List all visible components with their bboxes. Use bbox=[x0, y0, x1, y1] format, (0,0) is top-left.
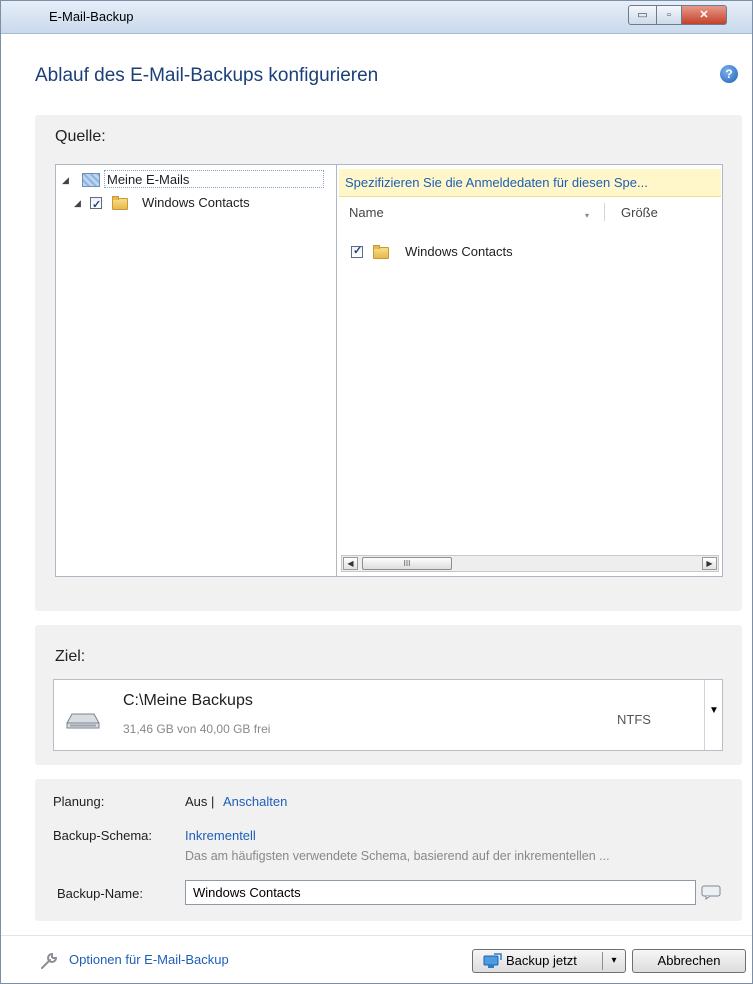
credentials-notice[interactable]: Spezifizieren Sie die Anmeldedaten für d… bbox=[339, 169, 721, 197]
horizontal-scrollbar[interactable]: ◀ III ▶ bbox=[341, 555, 719, 572]
split-divider bbox=[602, 952, 603, 970]
folder-icon bbox=[112, 196, 128, 210]
tree-item-my-emails[interactable]: ◢ Meine E-Mails bbox=[60, 170, 332, 190]
scroll-left-icon[interactable]: ◀ bbox=[343, 557, 358, 570]
backup-scheme-label: Backup-Schema: bbox=[53, 828, 152, 843]
comment-icon[interactable] bbox=[701, 884, 721, 900]
folder-icon bbox=[373, 245, 389, 259]
schedule-value: Aus | bbox=[185, 794, 215, 809]
schedule-enable-link[interactable]: Anschalten bbox=[223, 794, 287, 809]
minimize-button[interactable]: ▭ bbox=[628, 5, 657, 25]
tree-item-label: Meine E-Mails bbox=[104, 170, 324, 188]
mail-icon bbox=[82, 173, 100, 187]
dropdown-arrow-icon[interactable]: ▼ bbox=[706, 705, 722, 716]
checkbox[interactable] bbox=[351, 244, 363, 258]
expand-arrow-icon[interactable]: ◢ bbox=[62, 170, 69, 190]
backup-scheme-link[interactable]: Inkrementell bbox=[185, 828, 256, 843]
cancel-button[interactable]: Abbrechen bbox=[632, 949, 746, 973]
source-tree: ◢ Meine E-Mails ◢ Windows Contacts bbox=[55, 164, 337, 577]
backup-icon bbox=[483, 953, 502, 968]
sort-arrow-icon: ▾ bbox=[585, 211, 590, 220]
tree-item-label: Windows Contacts bbox=[142, 195, 250, 210]
filesystem-label: NTFS bbox=[617, 712, 651, 727]
page-title: Ablauf des E-Mail-Backups konfigurieren bbox=[35, 65, 379, 86]
destination-selector[interactable]: C:\Meine Backups 31,46 GB von 40,00 GB f… bbox=[53, 679, 723, 751]
backup-name-input[interactable] bbox=[185, 880, 696, 905]
destination-free-space: 31,46 GB von 40,00 GB frei bbox=[123, 722, 271, 736]
backup-now-label: Backup jetzt bbox=[506, 953, 577, 968]
expand-arrow-icon[interactable]: ◢ bbox=[74, 193, 81, 213]
destination-label: Ziel: bbox=[55, 648, 86, 665]
email-backup-window: E-Mail-Backup ▭ ▫ ✕ Ablauf des E-Mail-Ba… bbox=[0, 0, 753, 984]
source-label: Quelle: bbox=[55, 128, 106, 145]
list-item-label: Windows Contacts bbox=[405, 244, 513, 259]
help-icon[interactable]: ? bbox=[720, 65, 738, 83]
close-button[interactable]: ✕ bbox=[681, 5, 727, 25]
window-title: E-Mail-Backup bbox=[49, 9, 134, 24]
tree-item-windows-contacts[interactable]: ◢ Windows Contacts bbox=[72, 193, 332, 215]
backup-scheme-description: Das am häufigsten verwendete Schema, bas… bbox=[185, 849, 610, 863]
schedule-label: Planung: bbox=[53, 794, 105, 809]
destination-path: C:\Meine Backups bbox=[123, 692, 253, 709]
footer-bar: Optionen für E-Mail-Backup Backup jetzt … bbox=[1, 935, 752, 983]
wrench-icon bbox=[41, 952, 58, 969]
email-backup-options-link[interactable]: Optionen für E-Mail-Backup bbox=[69, 952, 229, 967]
split-arrow-icon[interactable]: ▾ bbox=[604, 950, 624, 972]
column-header-size[interactable]: Größe bbox=[621, 205, 658, 220]
hard-drive-icon bbox=[66, 713, 100, 729]
column-header-name[interactable]: Name bbox=[349, 205, 384, 220]
list-item[interactable]: Windows Contacts bbox=[351, 243, 701, 263]
content-list: Spezifizieren Sie die Anmeldedaten für d… bbox=[336, 164, 723, 577]
scroll-thumb[interactable]: III bbox=[362, 557, 452, 570]
backup-now-button[interactable]: Backup jetzt ▾ bbox=[472, 949, 626, 973]
dropdown-divider bbox=[704, 680, 705, 750]
scroll-right-icon[interactable]: ▶ bbox=[702, 557, 717, 570]
column-divider bbox=[604, 203, 605, 221]
backup-name-label: Backup-Name: bbox=[57, 886, 143, 901]
title-bar[interactable]: E-Mail-Backup ▭ ▫ ✕ bbox=[1, 1, 752, 34]
checkbox[interactable] bbox=[90, 195, 102, 215]
maximize-button[interactable]: ▫ bbox=[656, 5, 682, 25]
